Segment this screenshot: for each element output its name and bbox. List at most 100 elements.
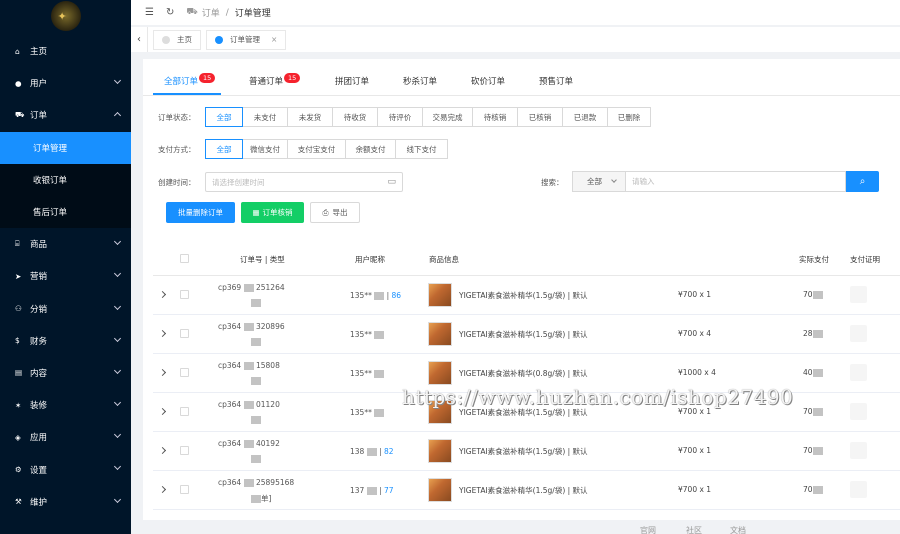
product-price: ¥700 x 4 — [678, 329, 712, 338]
sidebar-item-decoration[interactable]: ✶ 装修 — [0, 389, 131, 421]
expand-icon[interactable] — [158, 485, 167, 494]
expand-icon[interactable] — [158, 368, 167, 377]
pay-option-balance[interactable]: 余额支付 — [346, 139, 396, 159]
user-nickname: 138 | 82 — [350, 447, 394, 456]
order-verify-button[interactable]: ▦ 订单核销 — [241, 202, 304, 223]
status-option-verified[interactable]: 已核销 — [518, 107, 563, 127]
payment-proof-image[interactable] — [850, 286, 867, 303]
expand-icon[interactable] — [158, 290, 167, 299]
payment-proof-image[interactable] — [850, 442, 867, 459]
product-thumbnail — [428, 361, 452, 385]
tab-normal-orders[interactable]: 普通订单 15 — [249, 73, 301, 87]
search-scope-value: 全部 — [587, 177, 602, 186]
payment-proof-image[interactable] — [850, 364, 867, 381]
sidebar-item-orders[interactable]: ⛟ 订单 — [0, 99, 131, 131]
sidebar-item-home[interactable]: ⌂ 主页 — [0, 35, 131, 67]
sidebar-item-finance[interactable]: $ 财务 — [0, 325, 131, 357]
status-option-to-verify[interactable]: 待核销 — [473, 107, 518, 127]
table-row[interactable]: cp364 320896 135** YIGETAI素食滋补精华(1.5g/袋)… — [153, 315, 900, 354]
batch-delete-button[interactable]: 批量删除订单 — [166, 202, 235, 223]
sidebar-item-users[interactable]: ● 用户 — [0, 67, 131, 99]
scroll-left-icon[interactable]: ‹ — [131, 27, 148, 52]
table-row[interactable]: cp364 40192 138 | 82 YIGETAI素食滋补精华(1.5g/… — [153, 432, 900, 471]
search-scope-select[interactable]: 全部 — [572, 171, 626, 192]
table-row[interactable]: cp369 251264 135** | 86 YIGETAI素食滋补精华(1.… — [153, 276, 900, 315]
row-checkbox[interactable] — [180, 407, 189, 416]
status-option-to-review[interactable]: 待评价 — [378, 107, 423, 127]
product-thumbnail — [428, 478, 452, 502]
sidebar-item-label: 设置 — [30, 465, 48, 476]
row-checkbox[interactable] — [180, 368, 189, 377]
status-option-to-receive[interactable]: 待收货 — [333, 107, 378, 127]
search-input[interactable]: 请输入 — [626, 171, 846, 192]
date-placeholder: 请选择创建时间 — [212, 177, 265, 187]
payment-proof-image[interactable] — [850, 325, 867, 342]
tab-group-orders[interactable]: 拼团订单 — [335, 75, 369, 87]
sidebar-item-label: 分销 — [30, 304, 48, 315]
refresh-icon[interactable]: ↻ — [166, 7, 174, 18]
export-button[interactable]: ⎙ 导出 — [310, 202, 360, 223]
sidebar-item-marketing[interactable]: ➤ 营销 — [0, 260, 131, 292]
sidebar-item-label: 应用 — [30, 433, 48, 444]
tag-home[interactable]: 主页 — [153, 29, 201, 50]
footer-link-community[interactable]: 社区 — [686, 525, 702, 534]
footer-link-website[interactable]: 官网 — [640, 525, 656, 534]
tab-bargain-orders[interactable]: 砍价订单 — [471, 75, 505, 87]
tags-view-bar: ‹ 主页 订单管理 × — [131, 27, 900, 52]
pay-option-alipay[interactable]: 支付宝支付 — [288, 139, 346, 159]
sidebar-item-content[interactable]: ▤ 内容 — [0, 357, 131, 389]
status-filter-group: 全部 未支付 未发货 待收货 待评价 交易完成 待核销 已核销 已退款 已删除 — [205, 107, 651, 127]
sidebar-subitem-order-management[interactable]: 订单管理 — [0, 131, 131, 164]
sidebar-item-distribution[interactable]: ⚇ 分销 — [0, 293, 131, 325]
sidebar-subitem-cashier-orders[interactable]: 收银订单 — [0, 163, 131, 196]
breadcrumb-orders[interactable]: 订单 — [202, 6, 220, 19]
tab-presale-orders[interactable]: 预售订单 — [539, 75, 573, 87]
select-all-checkbox[interactable] — [180, 254, 189, 263]
row-checkbox[interactable] — [180, 485, 189, 494]
header-product: 商品信息 — [429, 255, 459, 264]
sidebar-subitem-aftersale-orders[interactable]: 售后订单 — [0, 195, 131, 229]
row-checkbox[interactable] — [180, 446, 189, 455]
sidebar-item-apps[interactable]: ◈ 应用 — [0, 421, 131, 453]
status-option-refunded[interactable]: 已退款 — [563, 107, 608, 127]
pay-option-offline[interactable]: 线下支付 — [396, 139, 448, 159]
close-icon[interactable]: × — [271, 35, 277, 44]
user-nickname: 135** — [350, 369, 385, 378]
expand-icon[interactable] — [158, 329, 167, 338]
status-option-unshipped[interactable]: 未发货 — [288, 107, 333, 127]
table-row[interactable]: cp364 25895168 单] 137 | 77 YIGETAI素食滋补精华… — [153, 471, 900, 510]
cube-icon: ◈ — [15, 432, 21, 442]
user-nickname: 135** — [350, 408, 385, 417]
expand-icon[interactable] — [158, 446, 167, 455]
status-option-deleted[interactable]: 已删除 — [608, 107, 651, 127]
tab-all-orders[interactable]: 全部订单 15 — [164, 73, 216, 87]
sidebar-item-settings[interactable]: ⚙ 设置 — [0, 453, 131, 485]
actual-payment: 40 — [803, 368, 823, 377]
app-logo[interactable]: ✦ — [50, 1, 81, 31]
pay-option-wechat[interactable]: 微信支付 — [243, 139, 288, 159]
expand-icon[interactable] — [158, 407, 167, 416]
created-time-picker[interactable]: 请选择创建时间 ▭ — [205, 172, 403, 192]
sidebar-item-maintenance[interactable]: ⚒ 维护 — [0, 486, 131, 518]
payment-proof-image[interactable] — [850, 481, 867, 498]
status-option-unpaid[interactable]: 未支付 — [243, 107, 288, 127]
pay-option-all[interactable]: 全部 — [205, 139, 243, 159]
row-checkbox[interactable] — [180, 329, 189, 338]
status-option-completed[interactable]: 交易完成 — [423, 107, 473, 127]
sidebar-item-products[interactable]: ⌸ 商品 — [0, 228, 131, 260]
count-badge: 15 — [199, 73, 216, 83]
status-option-all[interactable]: 全部 — [205, 107, 243, 127]
tab-flash-orders[interactable]: 秒杀订单 — [403, 75, 437, 87]
page-footer: 官网 社区 文档 — [143, 520, 900, 534]
tag-order-management[interactable]: 订单管理 × — [206, 29, 287, 50]
footer-link-docs[interactable]: 文档 — [730, 525, 746, 534]
sidebar-item-label: 营销 — [30, 272, 48, 283]
product-name: YIGETAI素食滋补精华(0.8g/袋) | 默认 — [459, 369, 588, 378]
menu-toggle-icon[interactable]: ☰ — [145, 7, 154, 18]
logo-glyph: ✦ — [57, 10, 67, 23]
team-icon: ⚇ — [15, 304, 22, 314]
search-button[interactable]: ⌕ — [846, 171, 879, 192]
payment-proof-image[interactable] — [850, 403, 867, 420]
sidebar: ✦ ⌂ 主页 ● 用户 ⛟ 订单 订单管理 收银订单 售后订单 ⌸ 商品 ➤ 营销 ⚇ 分销… — [0, 0, 131, 534]
row-checkbox[interactable] — [180, 290, 189, 299]
